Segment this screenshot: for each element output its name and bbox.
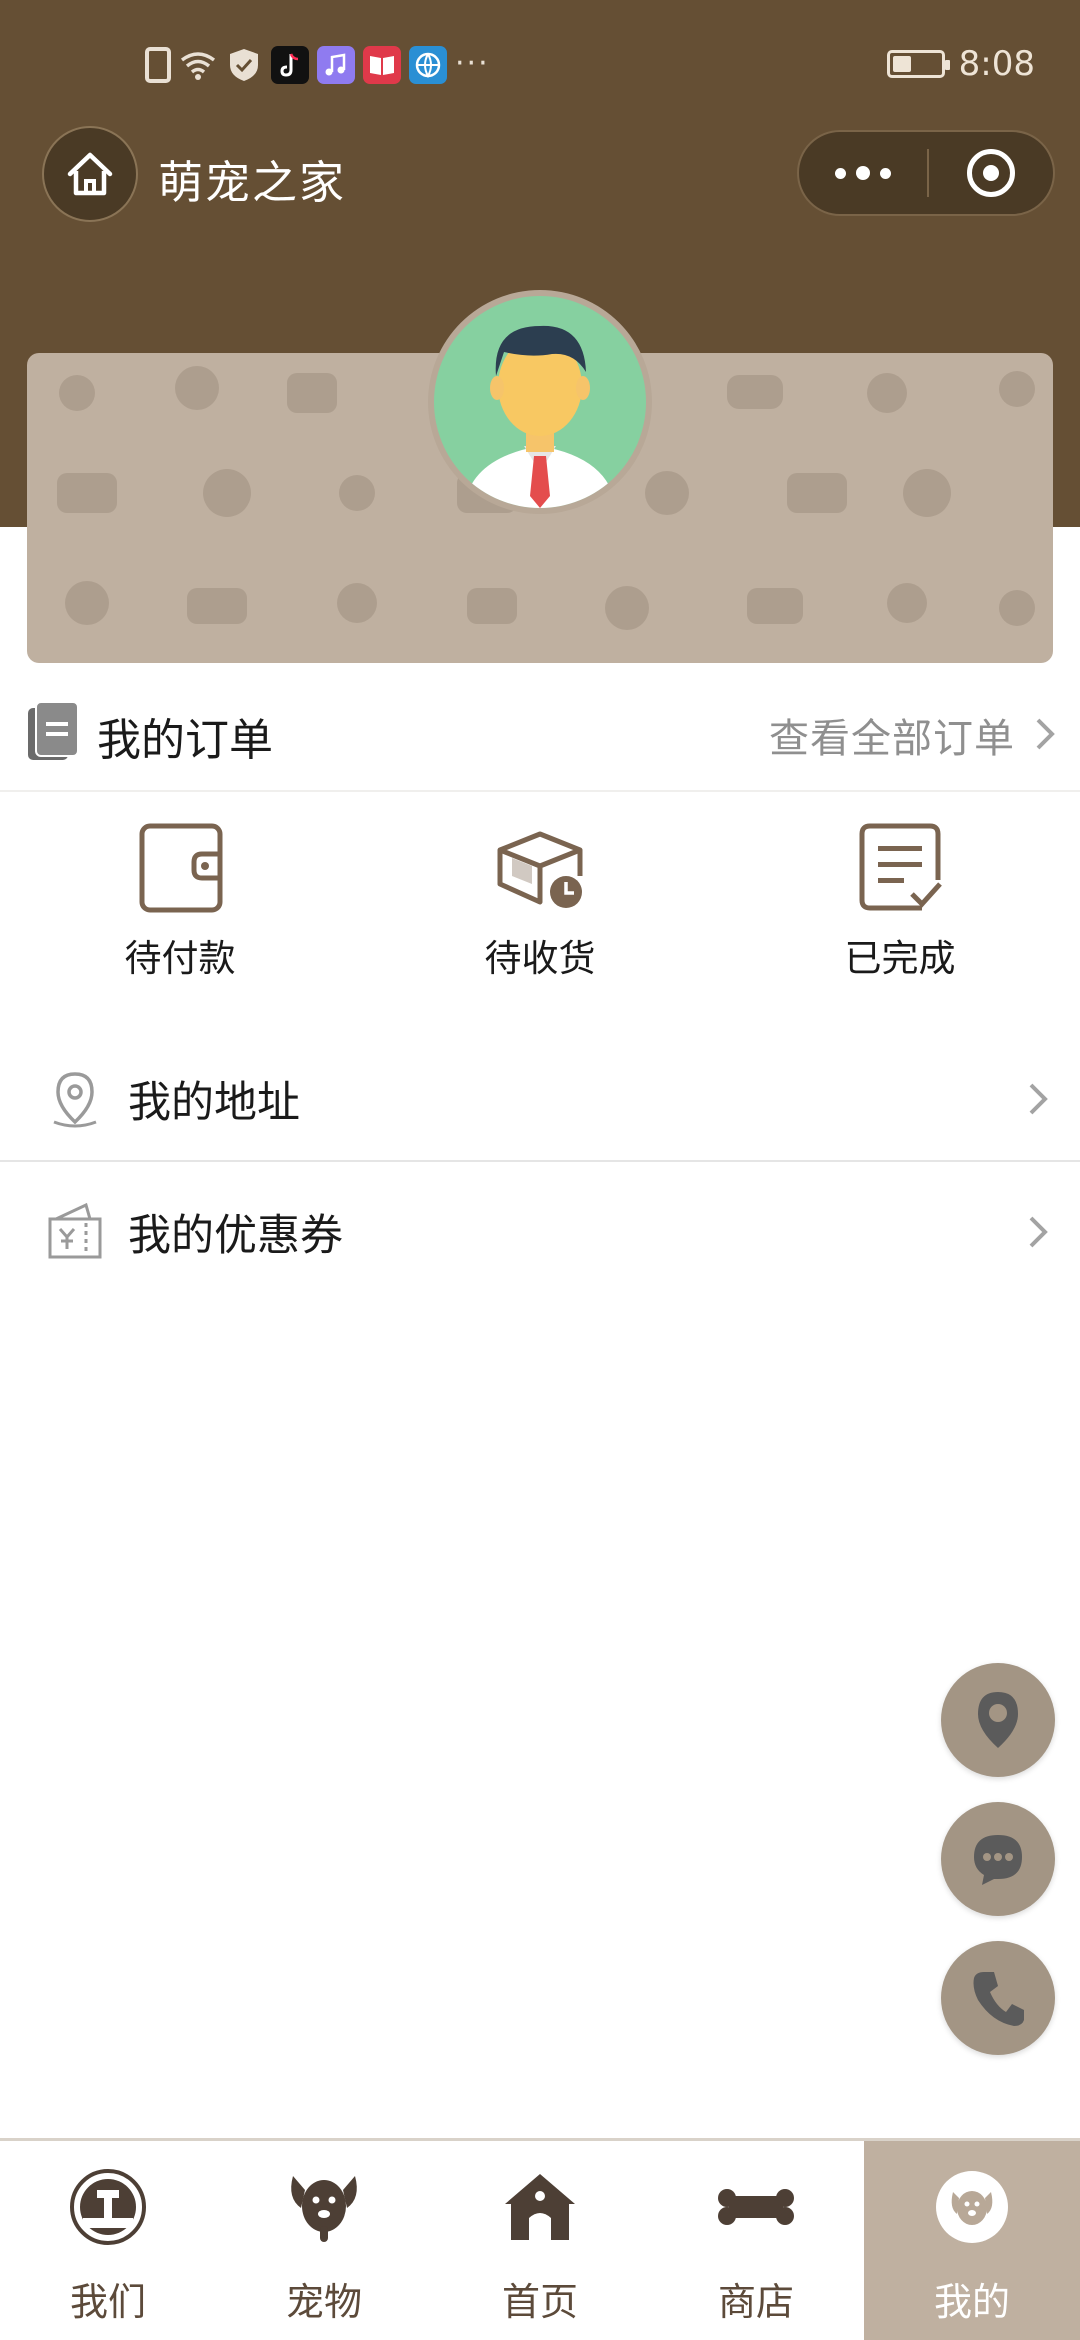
tab-label: 我们 <box>69 2280 146 2324</box>
view-all-orders-link[interactable]: 查看全部订单 <box>769 706 1015 764</box>
menu-label: 我的优惠券 <box>128 1211 343 1261</box>
dog-house-icon <box>500 2167 580 2247</box>
bone-icon <box>716 2167 796 2247</box>
default-user-avatar-icon <box>464 325 616 508</box>
dog-face-icon <box>932 2167 1012 2247</box>
phone-icon <box>973 1972 1024 2026</box>
more-button[interactable] <box>799 132 927 214</box>
tab-label: 宠物 <box>285 2280 362 2324</box>
chat-fab[interactable] <box>941 1802 1055 1916</box>
more-dots-icon-right <box>880 167 891 179</box>
menu-label: 我的地址 <box>128 1078 300 1128</box>
chat-icon <box>974 1835 1022 1885</box>
order-status-label: 已完成 <box>844 937 956 980</box>
order-status-label: 待收货 <box>484 937 596 980</box>
avatar[interactable] <box>434 296 646 508</box>
chevron-right-icon <box>1029 1216 1048 1248</box>
chevron-right-icon[interactable] <box>1032 716 1058 752</box>
checklist-icon <box>859 823 942 911</box>
more-dots-icon <box>835 167 846 179</box>
order-status-label: 待付款 <box>124 937 236 980</box>
miniprogram-capsule <box>797 130 1055 216</box>
avatar-frame[interactable] <box>428 290 652 514</box>
tab-pets[interactable]: 宠物 <box>216 2141 432 2340</box>
coupon-icon <box>48 1202 102 1259</box>
orders-header: 我的订单 查看全部订单 <box>0 680 1080 792</box>
music-app-icon <box>317 46 355 84</box>
book-app-icon <box>363 46 401 84</box>
browser-app-icon <box>409 46 447 84</box>
page-title: 萌宠之家 <box>158 156 347 209</box>
package-clock-icon <box>497 831 583 908</box>
home-button[interactable] <box>42 126 138 222</box>
order-status-awaiting-delivery[interactable]: 待收货 <box>440 820 640 982</box>
menu-my-address[interactable]: 我的地址 <box>0 1038 1080 1162</box>
chevron-right-icon <box>1029 1083 1048 1115</box>
status-bar: ··· 8:08 <box>0 0 1080 130</box>
tab-label: 我的 <box>933 2280 1010 2324</box>
dog-head-icon <box>284 2167 364 2247</box>
home-icon <box>67 152 113 196</box>
location-fab[interactable] <box>941 1663 1055 1777</box>
status-icons: ··· <box>145 46 495 84</box>
orders-title: 我的订单 <box>97 715 273 766</box>
bottom-tab-bar: 我们 宠物 首页 商店 我的 <box>0 2138 1080 2340</box>
tiktok-app-icon <box>271 46 309 84</box>
tab-mine[interactable]: 我的 <box>864 2141 1080 2340</box>
more-notifications-icon: ··· <box>455 46 490 81</box>
location-icon <box>978 1692 1018 1748</box>
close-button[interactable] <box>929 132 1053 214</box>
orders-document-icon <box>28 701 79 760</box>
wifi-icon <box>179 46 217 84</box>
target-icon <box>967 149 1015 197</box>
tab-home[interactable]: 首页 <box>432 2141 648 2340</box>
phone-fab[interactable] <box>941 1941 1055 2055</box>
menu-my-coupons[interactable]: 我的优惠券 <box>0 1170 1080 1294</box>
status-time: 8:08 <box>958 44 1035 84</box>
tab-label: 首页 <box>501 2280 578 2324</box>
wallet-icon <box>139 823 223 913</box>
sim-alert-icon <box>145 47 171 83</box>
status-right: 8:08 <box>886 44 1035 84</box>
tab-label: 商店 <box>717 2280 794 2324</box>
battery-icon <box>886 50 950 78</box>
location-pin-icon <box>53 1072 97 1128</box>
order-status-pending-payment[interactable]: 待付款 <box>80 820 280 982</box>
more-dots-icon-center <box>856 166 870 180</box>
shield-icon <box>225 46 263 84</box>
tab-about-us[interactable]: 我们 <box>0 2141 216 2340</box>
order-status-completed[interactable]: 已完成 <box>800 820 1000 982</box>
tab-shop[interactable]: 商店 <box>648 2141 864 2340</box>
brand-badge-icon <box>68 2167 148 2247</box>
